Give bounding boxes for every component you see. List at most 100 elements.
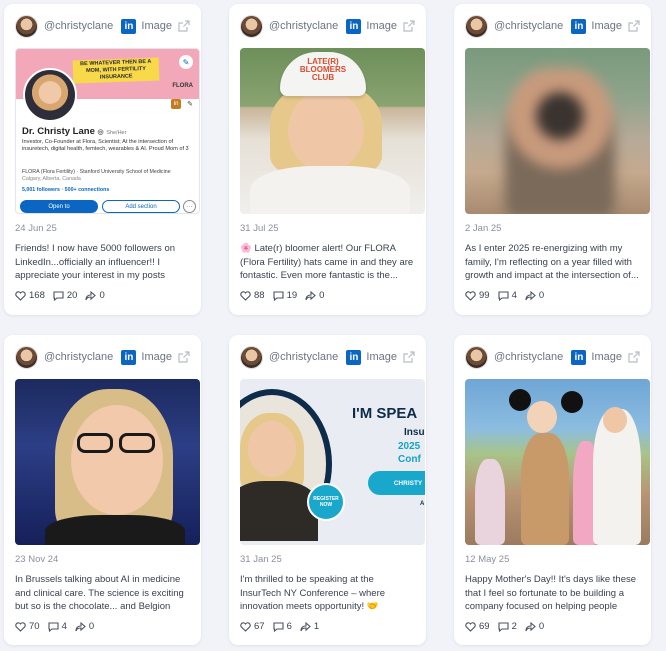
mom-face bbox=[603, 407, 627, 433]
profile-name: Dr. Christy Lane ◎ She/Her bbox=[22, 126, 127, 137]
post-image[interactable] bbox=[465, 48, 650, 214]
post-card[interactable]: @christyclane in Image 23 Nov 24 In Brus… bbox=[4, 335, 201, 645]
post-card[interactable]: @christyclane in Image 2 Jan 25 As I ent… bbox=[454, 4, 651, 315]
post-stats: 69 2 0 bbox=[465, 621, 552, 632]
heart-icon bbox=[240, 621, 251, 632]
handle[interactable]: @christyclane bbox=[494, 351, 571, 363]
top bbox=[240, 481, 318, 541]
post-image[interactable] bbox=[465, 379, 650, 545]
comments-count: 6 bbox=[286, 621, 292, 632]
comment-icon bbox=[498, 621, 509, 632]
profile-pronouns: She/Her bbox=[106, 130, 127, 136]
linkedin-icon: in bbox=[121, 349, 137, 365]
external-link-icon[interactable] bbox=[628, 351, 640, 363]
avatar bbox=[465, 345, 488, 369]
heart-icon bbox=[240, 290, 251, 301]
post-image[interactable]: BE WHATEVER THEN BE A MOM, WITH FERTILIT… bbox=[15, 48, 200, 214]
handle[interactable]: @christyclane bbox=[44, 351, 121, 363]
handle[interactable]: @christyclane bbox=[44, 20, 121, 32]
external-link-icon[interactable] bbox=[628, 20, 640, 32]
post-type-label: Image bbox=[366, 351, 397, 363]
post-card[interactable]: @christyclane in Image LATE(R) BLOOMERS … bbox=[229, 4, 426, 315]
flora-logo: FLORA bbox=[172, 83, 193, 89]
open-to-button: Open to bbox=[20, 200, 98, 213]
comment-icon bbox=[273, 290, 284, 301]
pencil-icon: ✎ bbox=[187, 101, 193, 108]
handle[interactable]: @christyclane bbox=[269, 20, 346, 32]
verified-icon: ◎ bbox=[97, 129, 104, 136]
post-stats: 70 4 0 bbox=[15, 621, 102, 632]
share-icon bbox=[525, 621, 536, 631]
shirt bbox=[250, 166, 410, 214]
comments-count: 4 bbox=[61, 621, 67, 632]
post-caption: Happy Mother's Day!! It's days like thes… bbox=[465, 574, 637, 612]
comment-icon bbox=[273, 621, 284, 632]
share-icon bbox=[300, 621, 311, 631]
shares-count: 0 bbox=[88, 621, 95, 632]
mouse-ear-right bbox=[561, 391, 583, 413]
conf-line2: 2025 bbox=[398, 441, 421, 452]
company-icon: in bbox=[171, 99, 182, 109]
profile-photo bbox=[23, 68, 77, 122]
jacket bbox=[45, 515, 185, 545]
linkedin-icon: in bbox=[121, 18, 137, 34]
linkedin-icon: in bbox=[346, 18, 362, 34]
avatar bbox=[240, 14, 263, 38]
post-card[interactable]: @christyclane in Image 12 May 25 Happy M… bbox=[454, 335, 651, 645]
comments-count: 19 bbox=[286, 290, 298, 301]
post-card[interactable]: @christyclane in Image BE WHATEVER THEN … bbox=[4, 4, 201, 315]
mouse-body bbox=[521, 433, 569, 545]
handle[interactable]: @christyclane bbox=[269, 351, 346, 363]
post-image[interactable]: I'M SPEA Insu 2025 Conf CHRISTY REGISTER… bbox=[240, 379, 425, 545]
comments-count: 20 bbox=[66, 290, 78, 301]
linkedin-icon: in bbox=[571, 349, 587, 365]
linkedin-icon: in bbox=[571, 18, 587, 34]
comment-icon bbox=[48, 621, 59, 632]
profile-icons: in ✎ bbox=[171, 99, 193, 109]
post-stats: 99 4 0 bbox=[465, 290, 552, 301]
external-link-icon[interactable] bbox=[403, 20, 415, 32]
blurred-person bbox=[505, 68, 615, 214]
speaker-pill: CHRISTY bbox=[368, 471, 425, 495]
avatar bbox=[465, 14, 488, 38]
heart-icon bbox=[15, 290, 26, 301]
comment-icon bbox=[498, 290, 509, 301]
banner-text: BE WHATEVER THEN BE A MOM, WITH FERTILIT… bbox=[72, 57, 160, 84]
post-date: 23 Nov 24 bbox=[15, 554, 59, 565]
profile-education: FLORA (Flora Fertility) · Stanford Unive… bbox=[22, 169, 193, 182]
post-type-label: Image bbox=[591, 20, 622, 32]
post-stats: 67 6 1 bbox=[240, 621, 327, 632]
glasses-right bbox=[119, 433, 155, 453]
post-header: @christyclane in Image bbox=[240, 345, 415, 369]
register-badge: REGISTER NOW bbox=[307, 483, 345, 521]
profile-connections: 5,001 followers · 500+ connections bbox=[22, 187, 110, 193]
avatar bbox=[15, 345, 38, 369]
external-link-icon[interactable] bbox=[178, 351, 190, 363]
heart-icon bbox=[465, 290, 476, 301]
shares-count: 0 bbox=[319, 290, 325, 301]
share-icon bbox=[525, 290, 536, 300]
post-type-label: Image bbox=[141, 351, 172, 363]
post-date: 2 Jan 25 bbox=[465, 223, 502, 234]
conf-title: I'M SPEA bbox=[352, 405, 418, 422]
shares-count: 0 bbox=[99, 290, 105, 301]
likes-count: 69 bbox=[479, 621, 490, 632]
post-image[interactable] bbox=[15, 379, 200, 545]
comments-count: 2 bbox=[511, 621, 517, 632]
external-link-icon[interactable] bbox=[403, 351, 415, 363]
post-date: 24 Jun 25 bbox=[15, 223, 57, 234]
post-header: @christyclane in Image bbox=[15, 345, 190, 369]
likes-count: 88 bbox=[254, 290, 265, 301]
external-link-icon[interactable] bbox=[178, 20, 190, 32]
glasses-left bbox=[77, 433, 113, 453]
edit-icon: ✎ bbox=[179, 55, 193, 69]
more-button: ··· bbox=[183, 200, 196, 213]
face bbox=[71, 405, 163, 515]
share-icon bbox=[75, 621, 86, 631]
post-card[interactable]: @christyclane in Image I'M SPEA Insu 202… bbox=[229, 335, 426, 645]
face bbox=[288, 90, 364, 172]
post-type-label: Image bbox=[141, 20, 172, 32]
post-stats: 88 19 0 bbox=[240, 290, 332, 301]
handle[interactable]: @christyclane bbox=[494, 20, 571, 32]
post-image[interactable]: LATE(R) BLOOMERS CLUB bbox=[240, 48, 425, 214]
